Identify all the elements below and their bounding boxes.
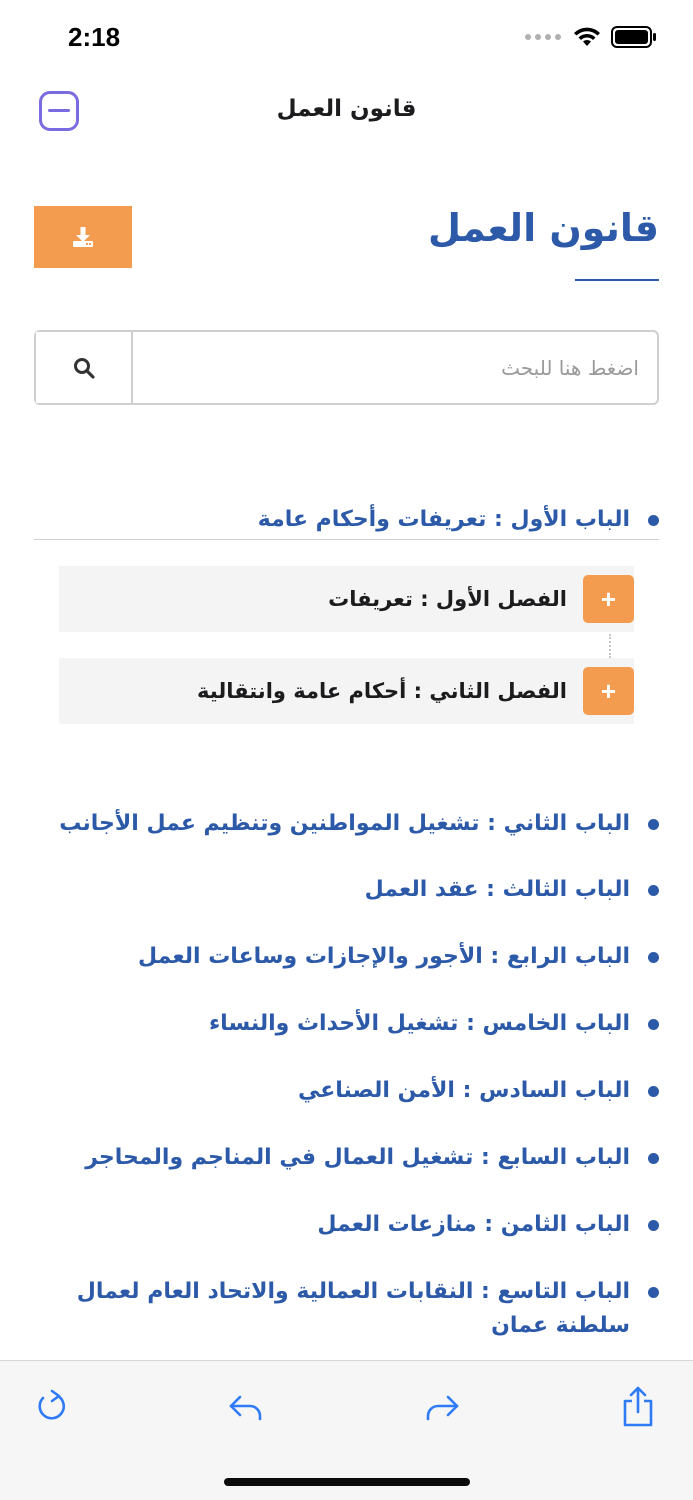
share-icon <box>623 1386 653 1427</box>
chapter-item[interactable]: الباب التاسع : النقابات العمالية والاتحا… <box>40 1275 659 1343</box>
status-time: 2:18 <box>68 22 121 52</box>
bullet <box>648 1019 659 1030</box>
cellular-signal-icon <box>525 34 561 40</box>
bullet <box>648 952 659 963</box>
forward-button[interactable] <box>422 1385 462 1429</box>
search-box <box>34 330 659 405</box>
bullet <box>648 515 659 526</box>
section-label: الفصل الأول : تعريفات <box>328 587 567 611</box>
chapter-label: الباب السادس : الأمن الصناعي <box>297 1078 630 1103</box>
chapter-item[interactable]: الباب السادس : الأمن الصناعي <box>298 1074 659 1108</box>
back-arrow-icon <box>229 1395 262 1421</box>
page-title: قانون العمل <box>427 206 659 250</box>
tree-connector <box>609 634 611 658</box>
reload-button[interactable] <box>32 1385 72 1429</box>
bullet <box>648 1220 659 1231</box>
section-label: الفصل الثاني : أحكام عامة وانتقالية <box>197 679 567 703</box>
battery-icon <box>611 26 656 48</box>
bullet <box>648 885 659 896</box>
chapter-item[interactable]: الباب الثاني : تشغيل المواطنين وتنظيم عم… <box>59 807 659 841</box>
bullet <box>648 1287 659 1298</box>
divider <box>34 539 659 540</box>
chapter-item[interactable]: الباب الثالث : عقد العمل <box>365 873 659 907</box>
chapter-item[interactable]: الباب الثامن : منازعات العمل <box>317 1208 659 1242</box>
bullet <box>648 819 659 830</box>
chapter-item[interactable]: الباب الخامس : تشغيل الأحداث والنساء <box>209 1007 659 1041</box>
chapter-label: الباب الأول : تعريفات وأحكام عامة <box>257 507 630 532</box>
section-item[interactable]: + الفصل الأول : تعريفات <box>59 566 634 632</box>
bullet <box>648 1153 659 1164</box>
search-button[interactable] <box>36 332 133 403</box>
expand-plus-icon[interactable]: + <box>583 575 634 623</box>
home-indicator <box>224 1478 470 1486</box>
chapter-label: الباب الرابع : الأجور والإجازات وساعات ا… <box>137 944 630 969</box>
forward-arrow-icon <box>426 1395 459 1421</box>
chapter-label: الباب السابع : تشغيل العمال في المناجم و… <box>85 1145 630 1170</box>
chapter-item[interactable]: الباب الأول : تعريفات وأحكام عامة <box>258 503 659 537</box>
chapter-item[interactable]: الباب السابع : تشغيل العمال في المناجم و… <box>85 1141 659 1175</box>
chapter-label: الباب الثالث : عقد العمل <box>364 877 630 902</box>
download-button[interactable] <box>34 206 132 268</box>
reload-icon <box>38 1389 65 1420</box>
expand-plus-icon[interactable]: + <box>583 667 634 715</box>
section-item[interactable]: + الفصل الثاني : أحكام عامة وانتقالية <box>59 658 634 724</box>
nav-bar: قانون العمل <box>0 72 693 152</box>
title-underline <box>575 279 659 281</box>
nav-title: قانون العمل <box>276 96 417 122</box>
download-icon <box>73 227 93 247</box>
status-bar: 2:18 <box>0 0 693 72</box>
share-button[interactable] <box>618 1385 658 1429</box>
chapter-label: الباب الثامن : منازعات العمل <box>317 1212 630 1237</box>
back-button[interactable] <box>226 1385 266 1429</box>
chapter-label: الباب الخامس : تشغيل الأحداث والنساء <box>208 1011 630 1036</box>
search-icon <box>73 357 95 379</box>
bullet <box>648 1086 659 1097</box>
status-icons <box>525 26 657 48</box>
chapter-label: الباب الثاني : تشغيل المواطنين وتنظيم عم… <box>59 811 630 836</box>
chapter-item[interactable]: الباب الرابع : الأجور والإجازات وساعات ا… <box>138 940 659 974</box>
search-input[interactable] <box>133 332 657 403</box>
wifi-icon <box>574 27 600 46</box>
chapter-label: الباب التاسع : النقابات العمالية والاتحا… <box>76 1279 630 1338</box>
